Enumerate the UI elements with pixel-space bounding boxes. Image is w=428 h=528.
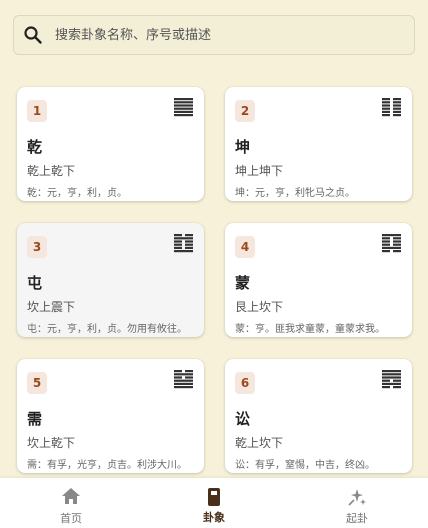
hexagram-trigrams: 乾上乾下 (27, 164, 76, 178)
hexagram-card[interactable]: 1 乾 乾上乾下 乾：元，亨，利，贞。 (17, 87, 204, 201)
hexagram-number: 1 (27, 100, 47, 122)
hexagram-description: 乾：元，亨，利，贞。 (27, 188, 127, 199)
hexagram-symbol-icon (382, 234, 401, 253)
hexagram-card[interactable]: 4 蒙 艮上坎下 蒙：亨。匪我求童蒙，童蒙求我。 (225, 223, 412, 337)
hexagram-number: 5 (27, 372, 47, 394)
search-bar[interactable] (13, 15, 415, 55)
nav-divination[interactable]: 起卦 (286, 478, 428, 528)
hexagram-description: 讼：有孚，窒惕，中吉，终凶。 (235, 460, 375, 471)
hexagram-card[interactable]: 5 需 坎上乾下 需：有孚，光亨，贞吉。利涉大川。 (17, 359, 204, 473)
search-icon (24, 26, 42, 44)
hexagram-name: 蒙 (235, 274, 251, 292)
hexagram-trigrams: 乾上坎下 (235, 436, 284, 450)
hexagram-card[interactable]: 2 坤 坤上坤下 坤：元，亨，利牝马之贞。 (225, 87, 412, 201)
hexagram-symbol-icon (174, 98, 193, 117)
hexagram-name: 讼 (235, 410, 251, 428)
nav-hexagrams[interactable]: 卦象 (143, 478, 285, 528)
nav-home[interactable]: 首页 (0, 478, 142, 528)
hexagram-number: 4 (235, 236, 255, 258)
hexagram-trigrams: 艮上坎下 (235, 300, 284, 314)
nav-home-label: 首页 (60, 512, 82, 525)
hexagram-symbol-icon (174, 234, 193, 253)
hexagram-trigrams: 坎上乾下 (27, 436, 76, 450)
home-icon (62, 488, 80, 504)
hexagram-description: 坤：元，亨，利牝马之贞。 (235, 188, 355, 199)
hexagram-description: 屯：元，亨，利，贞。勿用有攸往。 (27, 324, 187, 335)
nav-divination-label: 起卦 (346, 512, 368, 525)
hexagram-trigrams: 坎上震下 (27, 300, 76, 314)
hexagram-number: 6 (235, 372, 255, 394)
hexagram-name: 坤 (235, 138, 251, 156)
hexagram-trigrams: 坤上坤下 (235, 164, 284, 178)
bottom-navigation: 首页 卦象 起卦 (0, 478, 428, 528)
hexagram-symbol-icon (382, 98, 401, 117)
hexagram-number: 3 (27, 236, 47, 258)
sparkle-icon (348, 489, 366, 506)
hexagram-name: 乾 (27, 138, 43, 156)
hexagram-card[interactable]: 6 讼 乾上坎下 讼：有孚，窒惕，中吉，终凶。 (225, 359, 412, 473)
book-icon (208, 488, 220, 506)
search-input[interactable] (53, 26, 407, 44)
hexagram-name: 需 (27, 410, 43, 428)
hexagram-symbol-icon (382, 370, 401, 389)
hexagram-card[interactable]: 3 屯 坎上震下 屯：元，亨，利，贞。勿用有攸往。 (17, 223, 204, 337)
hexagram-description: 蒙：亨。匪我求童蒙，童蒙求我。 (235, 324, 385, 335)
hexagram-description: 需：有孚，光亨，贞吉。利涉大川。 (27, 460, 187, 471)
hexagram-number: 2 (235, 100, 255, 122)
hexagram-symbol-icon (174, 370, 193, 389)
hexagram-name: 屯 (27, 274, 43, 292)
nav-hexagrams-label: 卦象 (203, 511, 225, 524)
